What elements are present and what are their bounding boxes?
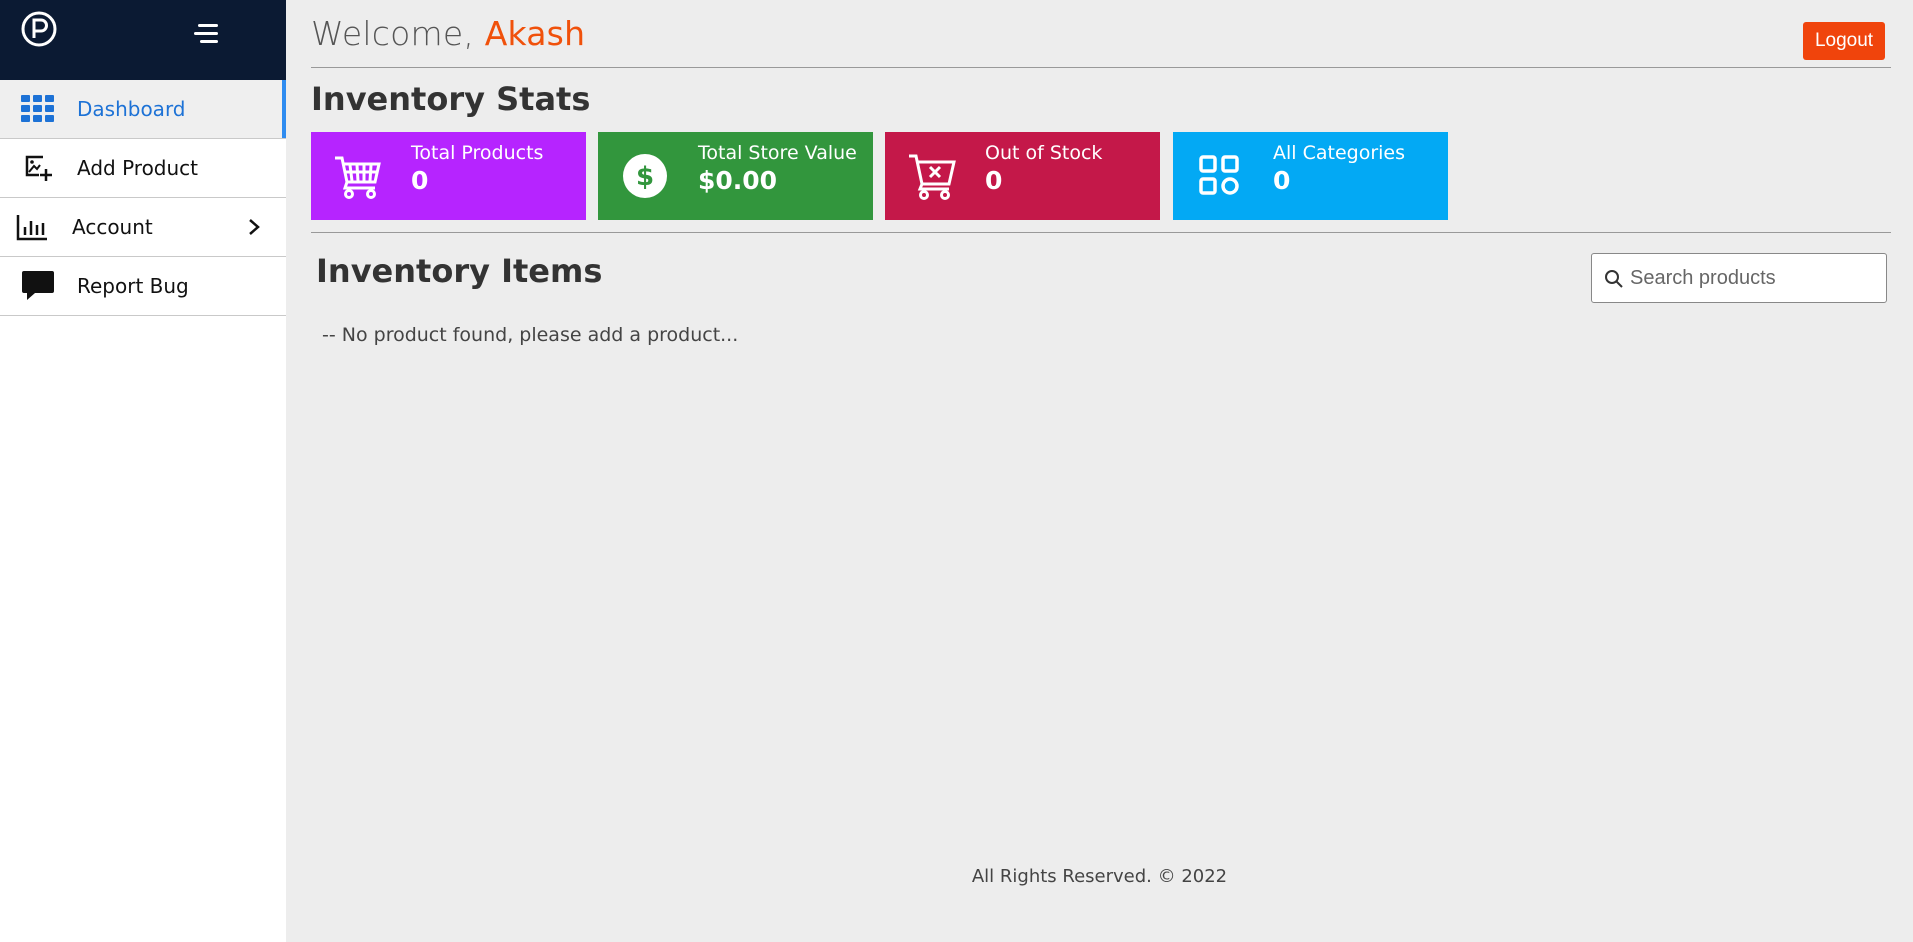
stat-value: $0.00 — [698, 166, 778, 195]
empty-state-message: -- No product found, please add a produc… — [322, 324, 739, 346]
inventory-title: Inventory Items — [316, 252, 603, 290]
sidebar-item-label: Report Bug — [77, 274, 189, 298]
chevron-right-icon[interactable] — [244, 216, 264, 238]
logo-icon[interactable] — [20, 10, 58, 48]
cart-remove-icon — [909, 154, 956, 200]
dollar-circle-icon: $ — [623, 154, 667, 198]
user-name: Akash — [484, 14, 586, 53]
stats-title: Inventory Stats — [311, 80, 591, 118]
stat-value: 0 — [1273, 166, 1291, 195]
sidebar-header — [0, 0, 286, 80]
stat-label: Total Store Value — [698, 142, 857, 164]
welcome-prefix: Welcome, — [311, 14, 475, 53]
grid-icon — [20, 93, 56, 125]
svg-text:$: $ — [636, 162, 654, 192]
sidebar-item-add-product[interactable]: Add Product — [0, 139, 286, 198]
stat-value: 0 — [985, 166, 1003, 195]
stat-card-total-products: Total Products 0 — [311, 132, 586, 220]
sidebar-item-label: Account — [72, 215, 153, 239]
stat-label: All Categories — [1273, 142, 1406, 164]
stat-card-categories: All Categories 0 — [1173, 132, 1448, 220]
footer-text: All Rights Reserved. © 2022 — [971, 866, 1228, 887]
main-content: Welcome, Akash Logout Inventory Stats To… — [286, 0, 1913, 942]
chat-bubble-icon — [20, 270, 56, 302]
stat-card-out-of-stock: Out of Stock 0 — [885, 132, 1160, 220]
search-box — [1591, 253, 1887, 303]
sidebar-item-report-bug[interactable]: Report Bug — [0, 257, 286, 316]
categories-icon — [1199, 155, 1239, 195]
stat-value: 0 — [411, 166, 429, 195]
sidebar-item-dashboard[interactable]: Dashboard — [0, 80, 286, 139]
sidebar: Dashboard Add Product Account Report Bug — [0, 0, 286, 942]
sidebar-item-account[interactable]: Account — [0, 198, 286, 257]
hamburger-menu-icon[interactable] — [188, 24, 218, 48]
logout-button[interactable]: Logout — [1803, 22, 1885, 60]
bar-chart-icon — [14, 211, 50, 243]
divider — [311, 67, 1891, 68]
sidebar-item-label: Add Product — [77, 156, 199, 180]
sidebar-item-label: Dashboard — [77, 97, 186, 121]
stat-label: Out of Stock — [985, 142, 1103, 164]
cart-icon — [335, 156, 381, 199]
add-image-icon — [20, 152, 56, 184]
welcome-heading: Welcome, Akash — [311, 14, 585, 53]
search-input[interactable] — [1630, 254, 1880, 302]
divider — [311, 232, 1891, 233]
search-icon — [1605, 270, 1623, 288]
stat-card-store-value: $ Total Store Value $0.00 — [598, 132, 873, 220]
stat-label: Total Products — [411, 142, 544, 164]
